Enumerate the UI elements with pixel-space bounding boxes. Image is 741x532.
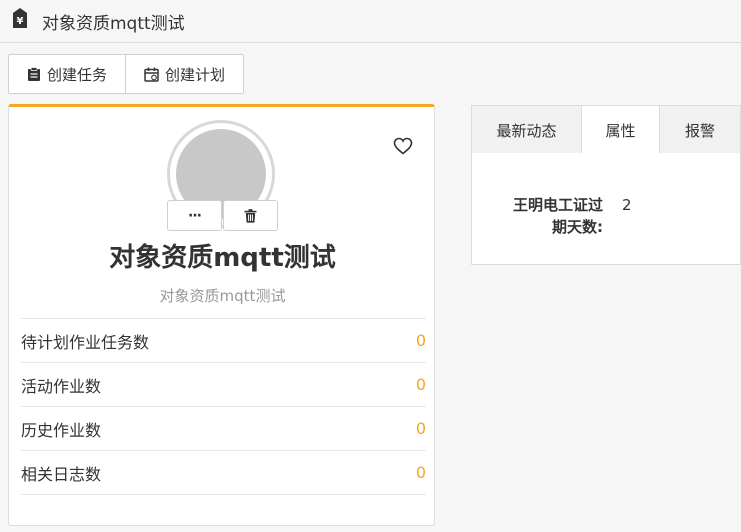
stat-value: 0 — [415, 331, 426, 350]
create-plan-button[interactable]: 创建计划 — [125, 55, 244, 93]
stat-value: 0 — [415, 463, 426, 482]
property-label-line2: 期天数: — [552, 218, 603, 236]
stat-label: 活动作业数 — [21, 376, 102, 396]
yen-tag-icon: ¥ — [13, 8, 27, 28]
stat-row-history-jobs[interactable]: 历史作业数 0 — [21, 406, 426, 450]
detail-tabs: 最新动态 属性 报警 — [471, 105, 741, 155]
title-bar: ¥ 对象资质mqtt测试 — [0, 0, 741, 43]
card-title: 对象资质mqtt测试 — [109, 243, 336, 273]
stat-row-active-jobs[interactable]: 活动作业数 0 — [21, 362, 426, 406]
stat-label: 待计划作业任务数 — [21, 332, 150, 352]
stat-value: 0 — [415, 375, 426, 394]
create-task-button[interactable]: 创建任务 — [9, 55, 126, 93]
action-toolbar: 创建任务 创建计划 — [8, 54, 245, 94]
task-list-icon — [28, 66, 40, 81]
tab-properties[interactable]: 属性 — [581, 106, 660, 155]
stat-value: 0 — [415, 419, 426, 438]
more-button[interactable]: ··· — [167, 200, 222, 231]
stat-label: 相关日志数 — [21, 464, 102, 484]
svg-text:¥: ¥ — [17, 16, 24, 27]
tab-latest-activity[interactable]: 最新动态 — [472, 106, 581, 154]
more-icon: ··· — [188, 207, 202, 224]
tab-alarms[interactable]: 报警 — [660, 106, 740, 154]
delete-button[interactable] — [223, 200, 278, 231]
properties-panel: 王明电工证过 期天数: 2 — [471, 153, 741, 265]
card-subtitle: 对象资质mqtt测试 — [159, 287, 286, 305]
stat-row-related-logs[interactable]: 相关日志数 0 — [21, 450, 426, 495]
create-plan-label: 创建计划 — [165, 65, 226, 84]
property-label: 王明电工证过 期天数: — [502, 194, 603, 238]
heart-icon[interactable] — [393, 137, 413, 155]
trash-icon — [244, 208, 257, 223]
stat-label: 历史作业数 — [21, 420, 102, 440]
avatar-actions: ··· — [167, 200, 278, 231]
property-value: 2 — [622, 196, 632, 214]
stat-list: 待计划作业任务数 0 活动作业数 0 历史作业数 0 相关日志数 0 — [21, 318, 426, 495]
calendar-icon — [144, 67, 159, 82]
object-card: ··· 对象资质mqtt测试 对象资质mqtt测试 待计划作业任务数 0 活动作… — [8, 104, 435, 526]
stat-row-pending-tasks[interactable]: 待计划作业任务数 0 — [21, 318, 426, 362]
window-title: 对象资质mqtt测试 — [42, 14, 185, 34]
create-task-label: 创建任务 — [47, 65, 108, 84]
property-label-line1: 王明电工证过 — [512, 196, 603, 214]
